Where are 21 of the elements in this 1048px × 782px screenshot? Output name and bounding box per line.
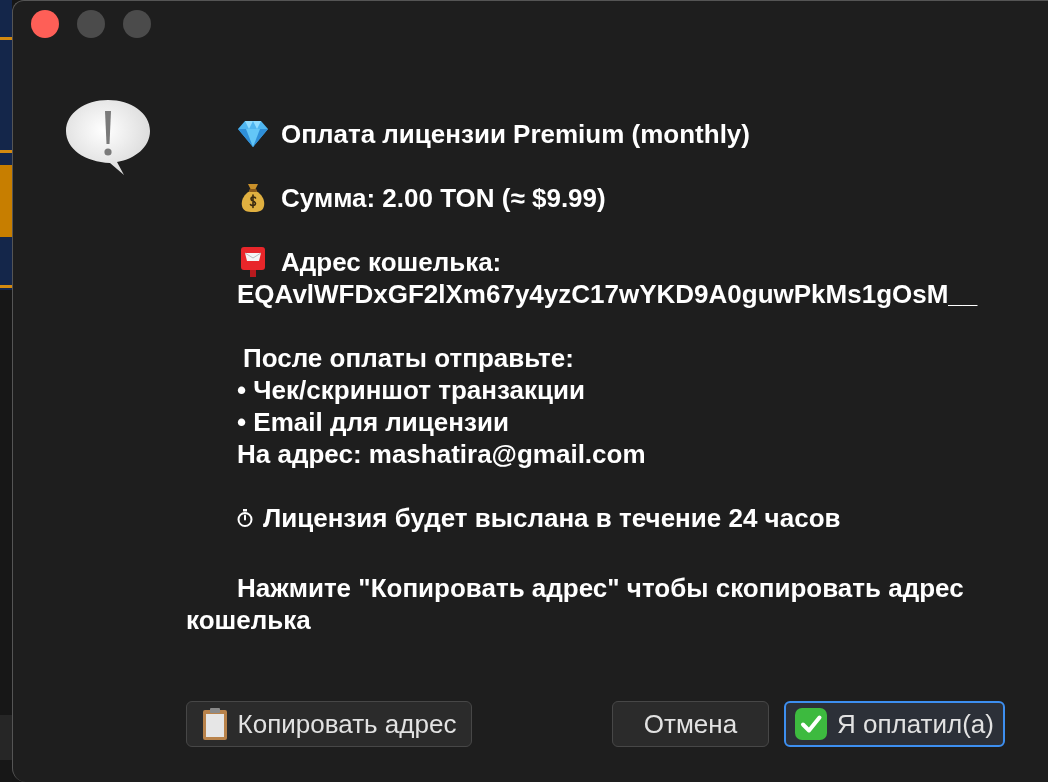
diamond-icon (237, 120, 269, 148)
message-text: Оплата лицензии Premium (monthly) (281, 118, 750, 150)
check-mark-icon (795, 708, 827, 740)
money-bag-icon (241, 183, 265, 213)
bullet-item-text: • Чек/скриншот транзакции (237, 374, 585, 406)
message-text: Адрес кошелька: (281, 246, 502, 278)
message-text: Лицензия будет выслана в течение 24 часов (263, 502, 841, 534)
instruction-text: Нажмите "Копировать адрес" чтобы скопировать адрес кошелька (186, 572, 965, 636)
copy-address-button[interactable]: Копировать адрес (186, 701, 472, 747)
postbox-icon (240, 246, 266, 278)
wallet-address-text: EQAvlWFDxGF2lXm67y4yzC17wYKD9A0guwPkMs1gOsM__ (237, 278, 978, 310)
clipboard-icon (201, 707, 228, 741)
alert-speech-bubble-icon (65, 99, 151, 176)
message-text: После оплаты отправьте: (243, 342, 574, 374)
message-text: Сумма: 2.00 TON (≈ $9.99) (281, 182, 606, 214)
message-text: На адрес: mashatira@gmail.com (237, 438, 646, 470)
cancel-button[interactable]: Отмена (612, 701, 769, 747)
close-button[interactable] (31, 10, 59, 38)
bullet-item-text: • Email для лицензии (237, 406, 509, 438)
stopwatch-icon (237, 509, 253, 527)
confirm-payment-button[interactable]: Я оплатил(а) (784, 701, 1005, 747)
